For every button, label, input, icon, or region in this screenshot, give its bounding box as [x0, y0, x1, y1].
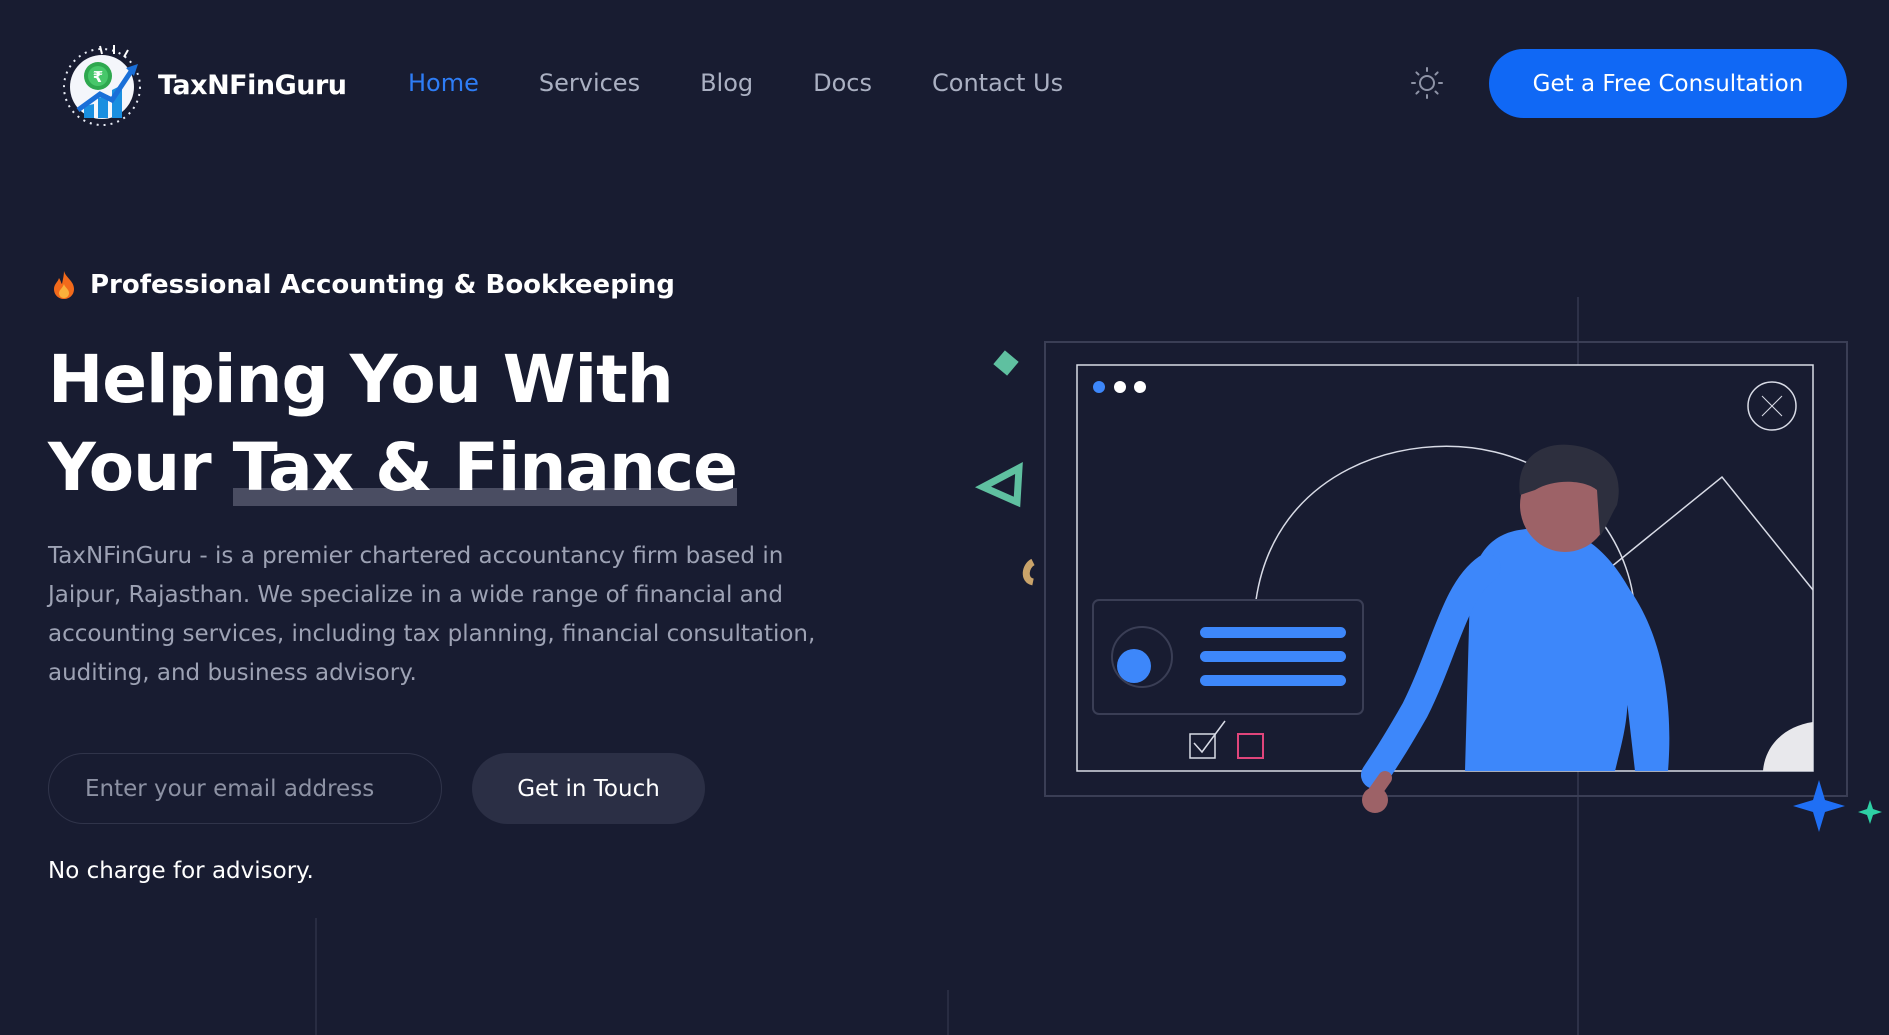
email-input[interactable] [48, 753, 442, 824]
main-nav: Home Services Blog Docs Contact Us [408, 68, 1123, 98]
headline-line-2-prefix: Your [48, 429, 233, 506]
nav-blog[interactable]: Blog [700, 68, 753, 98]
nav-contact-us[interactable]: Contact Us [932, 68, 1063, 98]
nav-home[interactable]: Home [408, 68, 479, 98]
fire-icon [54, 271, 74, 299]
triangle-shape-icon [975, 462, 1023, 508]
hero-description: TaxNFinGuru - is a premier chartered acc… [48, 543, 816, 686]
sun-icon[interactable] [1410, 66, 1444, 100]
hero-headline: Helping You With Your Tax & Finance [48, 336, 808, 512]
hero-tag-label: Professional Accounting & Bookkeeping [90, 270, 675, 300]
svg-text:₹: ₹ [93, 68, 103, 86]
hero-illustration [975, 341, 1882, 832]
hero-tag: Professional Accounting & Bookkeeping [51, 268, 675, 302]
brand-name: TaxNFinGuru [158, 69, 347, 101]
site-header: ₹ TaxNFinGuru Home Services Blog Docs Co… [0, 0, 1889, 170]
get-in-touch-button[interactable]: Get in Touch [472, 753, 705, 824]
advisory-note: No charge for advisory. [48, 858, 314, 884]
brand-logo[interactable]: ₹ TaxNFinGuru [54, 40, 347, 130]
headline-highlight: Tax & Finance [232, 424, 738, 512]
ring-shape-icon [1022, 558, 1036, 586]
nav-docs[interactable]: Docs [813, 68, 872, 98]
free-consultation-button[interactable]: Get a Free Consultation [1489, 49, 1847, 118]
nav-services[interactable]: Services [539, 68, 640, 98]
sparkle-icon [1858, 800, 1882, 824]
sparkle-icon [1793, 780, 1845, 832]
headline-line-1: Helping You With [48, 341, 674, 418]
diamond-shape-icon [993, 350, 1019, 376]
logo-icon: ₹ [63, 45, 141, 126]
